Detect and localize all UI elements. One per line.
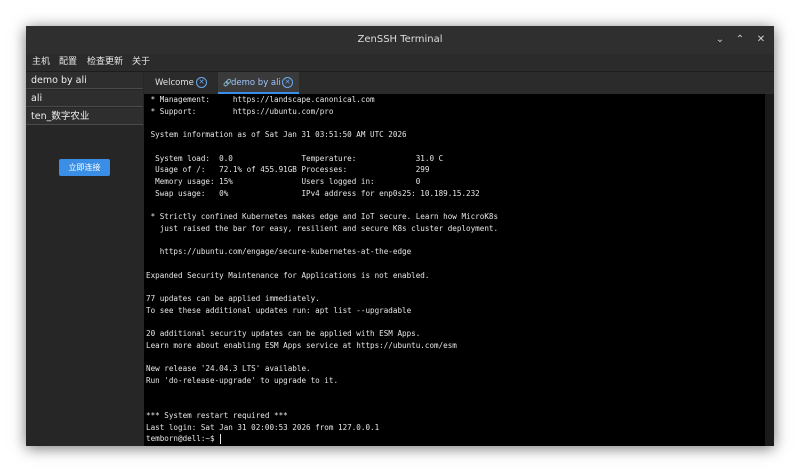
terminal-line: Usage of /: 72.1% of 455.91GB Processes:… [146,165,430,175]
terminal-line: *** System restart required *** [146,410,288,420]
terminal-line: System load: 0.0 Temperature: 31.0 C [146,153,444,163]
terminal-line: 77 updates can be applied immediately. [146,293,320,303]
terminal-line: Last login: Sat Jan 31 02:00:53 2026 fro… [146,422,380,432]
terminal-line: Swap usage: 0% IPv4 address for enp0s25:… [146,188,480,198]
app-window: ZenSSH Terminal ⌄ ⌃ ✕ 主机 配置 检查更新 关于 demo… [26,26,774,446]
minimize-icon[interactable]: ⌄ [712,32,728,48]
terminal-output[interactable]: * Management: https://landscape.canonica… [144,94,774,446]
tab-label: demo by ali [231,78,281,88]
tab-welcome[interactable]: Welcome ✕ [144,72,217,94]
close-icon[interactable]: ✕ [753,32,769,48]
tab-demo-by-ali[interactable]: 🔗 demo by ali ✕ [218,72,299,94]
maximize-icon[interactable]: ⌃ [732,32,748,48]
tab-label: Welcome [155,78,194,88]
terminal-line: To see these additional updates run: apt… [146,305,412,315]
terminal-line: Memory usage: 15% Users logged in: 0 [146,176,421,186]
terminal-line: 20 additional security updates can be ap… [146,329,421,338]
terminal-line: * Support: https://ubuntu.com/pro [146,106,334,116]
terminal-line: just raised the bar for easy, resilient … [146,223,499,233]
close-tab-icon[interactable]: ✕ [282,77,293,88]
terminal-line: System information as of Sat Jan 31 03:5… [146,130,407,140]
menu-item-check-update[interactable]: 检查更新 [87,54,123,71]
sidebar-item-ten[interactable]: ten_数字农业 [26,108,143,125]
terminal-line: * Strictly confined Kubernetes makes edg… [146,212,499,221]
sidebar-item-demo-by-ali[interactable]: demo by ali [26,72,143,89]
menu-item-about[interactable]: 关于 [132,54,150,71]
terminal-line: Expanded Security Maintenance for Applic… [146,270,430,280]
terminal-line: Run 'do-release-upgrade' to upgrade to i… [146,375,339,385]
terminal-scrollbar[interactable] [765,94,774,446]
terminal-line: temborn@dell:~$ [146,434,220,444]
terminal-line: https://ubuntu.com/engage/secure-kuberne… [146,247,412,257]
terminal-cursor [219,434,221,445]
window-title: ZenSSH Terminal [357,34,443,45]
terminal-line: * Management: https://landscape.canonica… [146,95,375,104]
sidebar-item-ali[interactable]: ali [26,90,143,107]
terminal-line: New release '24.04.3 LTS' available. [146,364,311,374]
terminal-line: Learn more about enabling ESM Apps servi… [146,340,457,350]
title-bar[interactable]: ZenSSH Terminal ⌄ ⌃ ✕ [26,26,774,54]
close-tab-icon[interactable]: ✕ [196,77,207,88]
menu-item-host[interactable]: 主机 [32,54,50,71]
menu-item-config[interactable]: 配置 [59,54,77,71]
connect-button[interactable]: 立即连接 [59,159,110,176]
host-sidebar: demo by ali ali ten_数字农业 立即连接 [26,72,145,446]
menu-bar: 主机 配置 检查更新 关于 [26,54,774,72]
tab-bar: Welcome ✕ 🔗 demo by ali ✕ [144,72,774,94]
